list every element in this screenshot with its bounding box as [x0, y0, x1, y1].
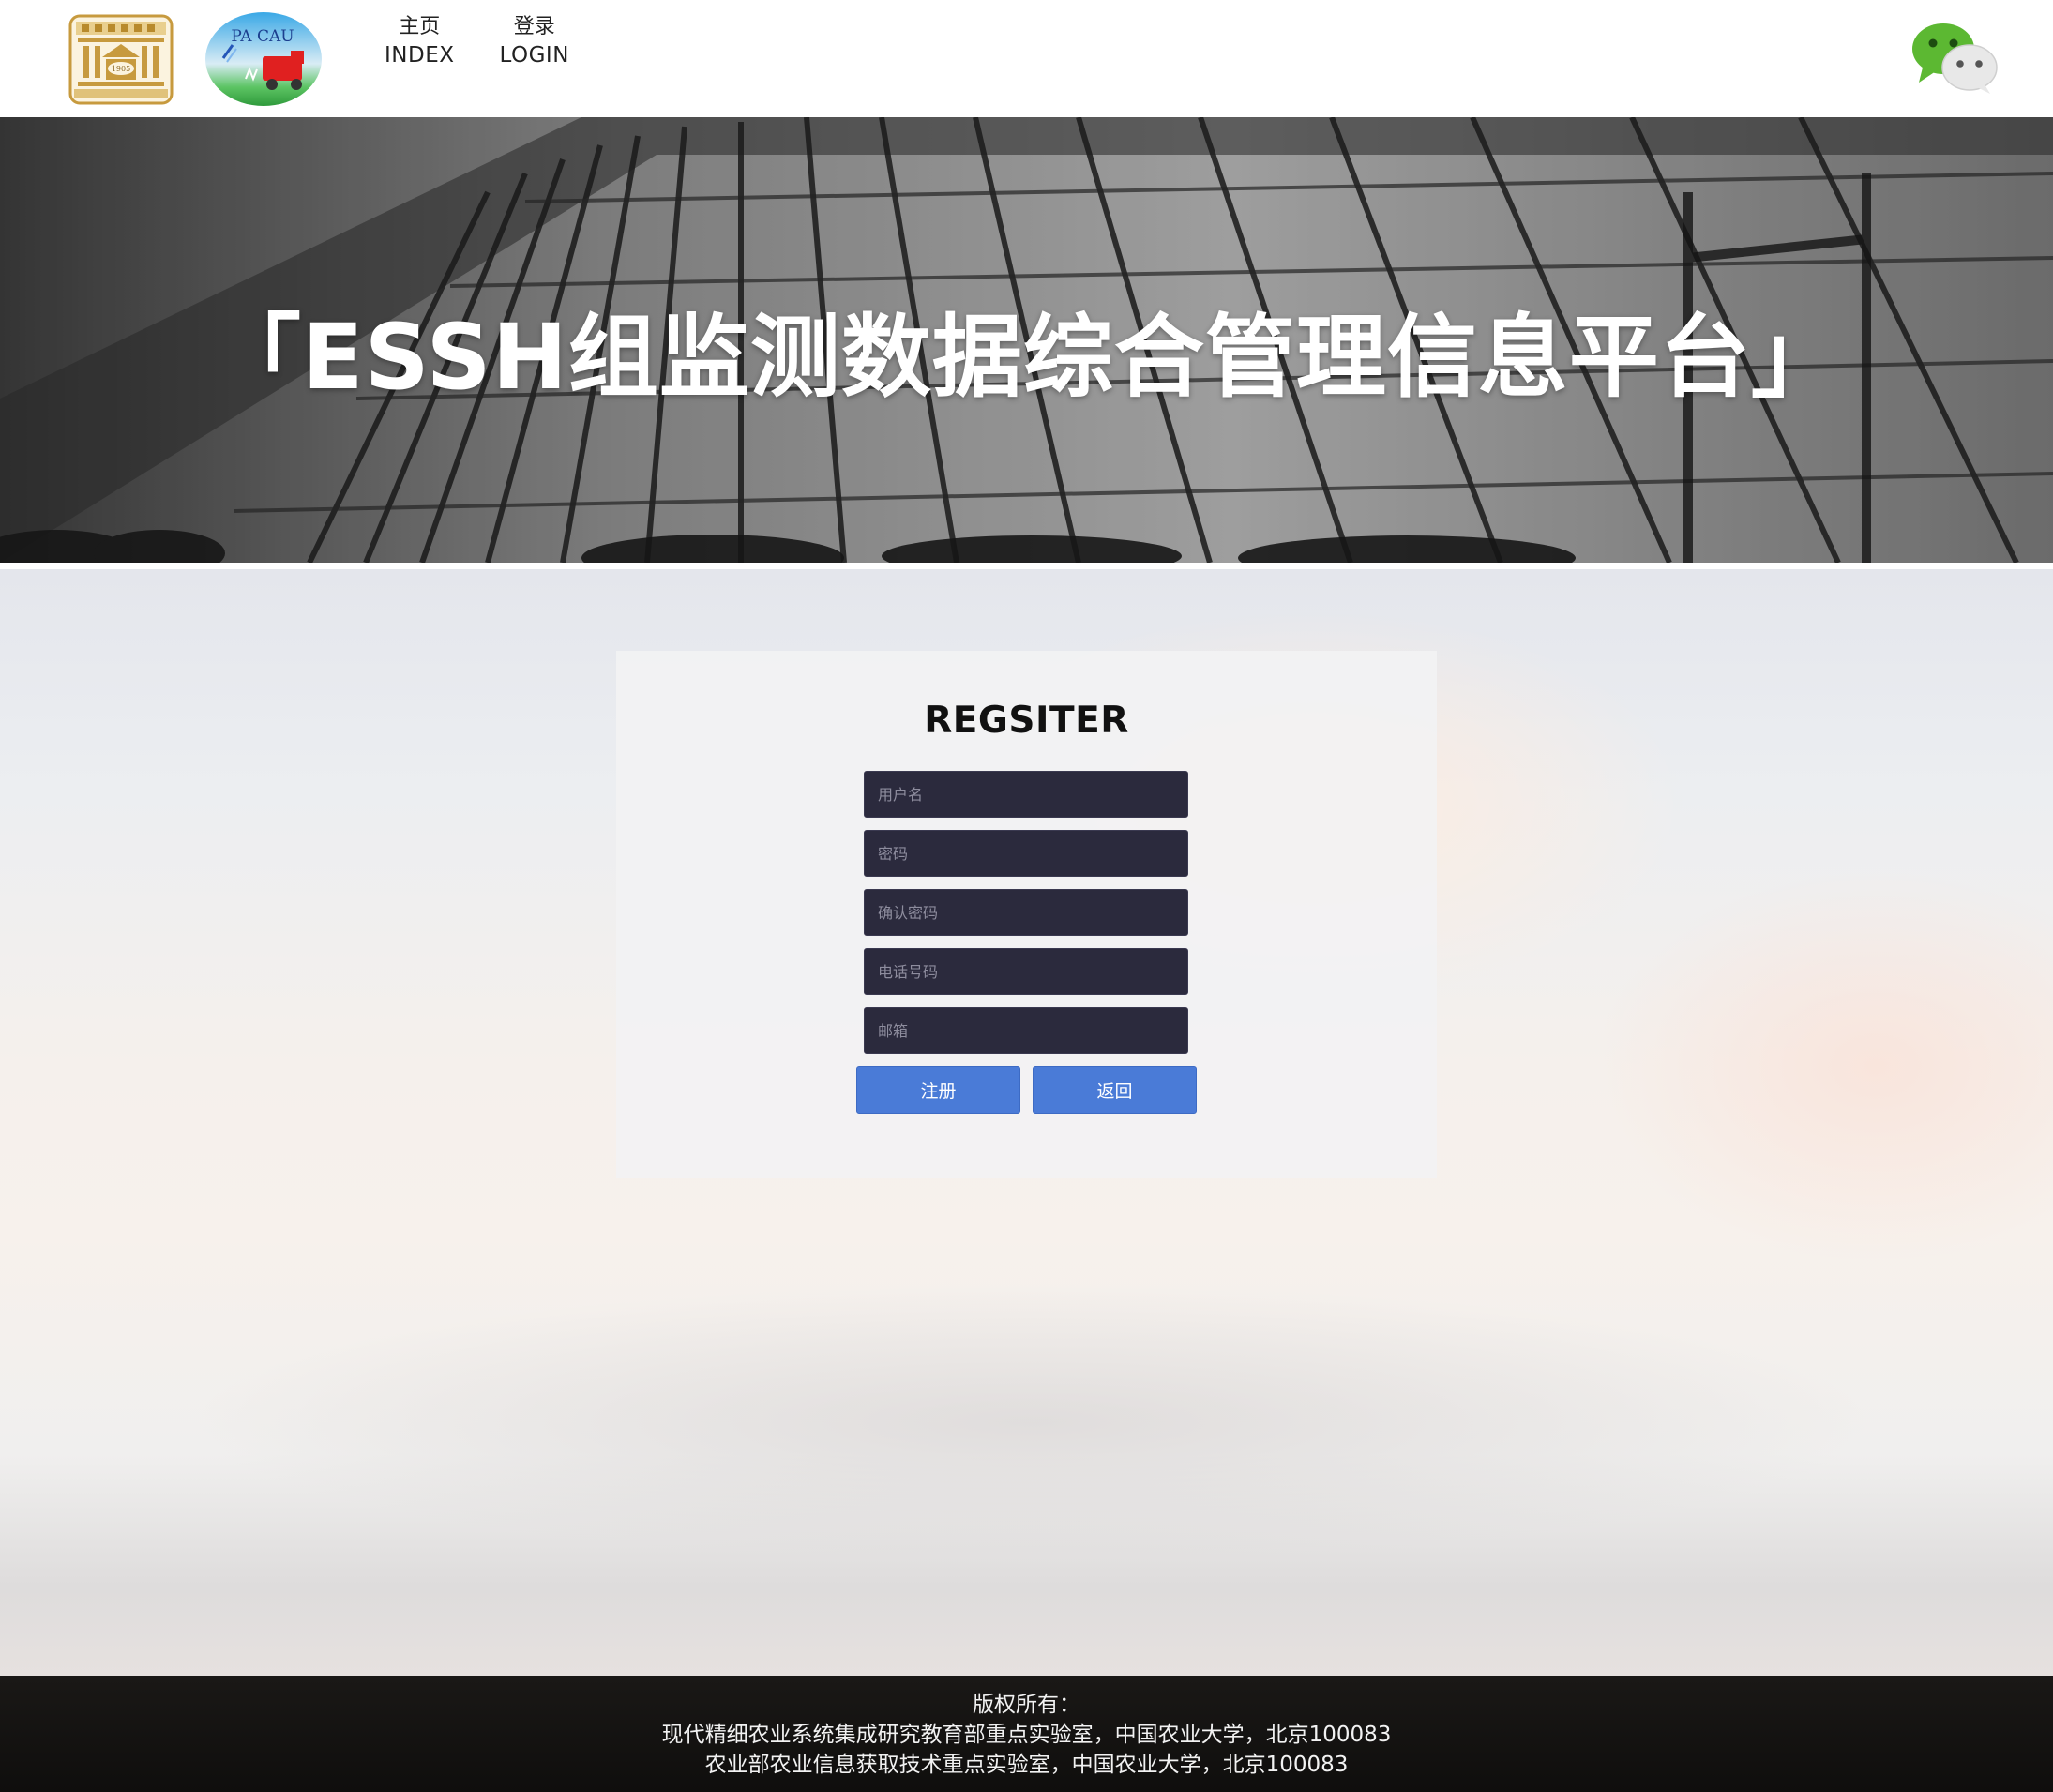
register-title: REGSITER — [924, 700, 1129, 742]
back-button[interactable]: 返回 — [1033, 1066, 1197, 1114]
cau-logo[interactable]: 1905 — [68, 14, 174, 105]
background-glow — [1594, 869, 2053, 1263]
svg-text:1905: 1905 — [112, 65, 130, 73]
nav-item-login-en[interactable]: LOGIN — [500, 41, 569, 69]
wechat-icon[interactable] — [1910, 21, 2000, 96]
register-button[interactable]: 注册 — [856, 1066, 1020, 1114]
site-header: 1905 PA CAU 主页 INDEX 登录 LOGIN — [0, 0, 2053, 117]
username-input[interactable] — [864, 771, 1188, 818]
phone-input[interactable] — [864, 948, 1188, 995]
nav-item-index[interactable]: 主页 INDEX — [385, 13, 455, 69]
nav-item-index-cn[interactable]: 主页 — [399, 13, 440, 41]
email-input[interactable] — [864, 1007, 1188, 1054]
register-card: REGSITER 注册 返回 — [616, 651, 1437, 1178]
svg-text:PA CAU: PA CAU — [231, 27, 294, 46]
nav-item-login[interactable]: 登录 LOGIN — [500, 13, 569, 69]
banner-divider — [0, 563, 2053, 569]
copyright-label: 版权所有： — [973, 1693, 1080, 1717]
footer-lab-line-2: 农业部农业信息获取技术重点实验室，中国农业大学，北京100083 — [704, 1753, 1349, 1777]
main-nav: 主页 INDEX 登录 LOGIN — [385, 13, 569, 69]
nav-item-login-cn[interactable]: 登录 — [514, 13, 555, 41]
password-input[interactable] — [864, 830, 1188, 877]
confirm-password-input[interactable] — [864, 889, 1188, 936]
site-footer: 版权所有： 现代精细农业系统集成研究教育部重点实验室，中国农业大学，北京1000… — [0, 1676, 2053, 1792]
footer-lab-line-1: 现代精细农业系统集成研究教育部重点实验室，中国农业大学，北京100083 — [661, 1723, 1392, 1747]
background-glow — [188, 1282, 1876, 1563]
nav-item-index-en[interactable]: INDEX — [385, 41, 455, 69]
pacau-logo[interactable]: PA CAU — [204, 11, 323, 107]
page-title: 「ESSH组监测数据综合管理信息平台」 — [211, 305, 1842, 410]
hero-banner: 「ESSH组监测数据综合管理信息平台」 — [0, 117, 2053, 563]
